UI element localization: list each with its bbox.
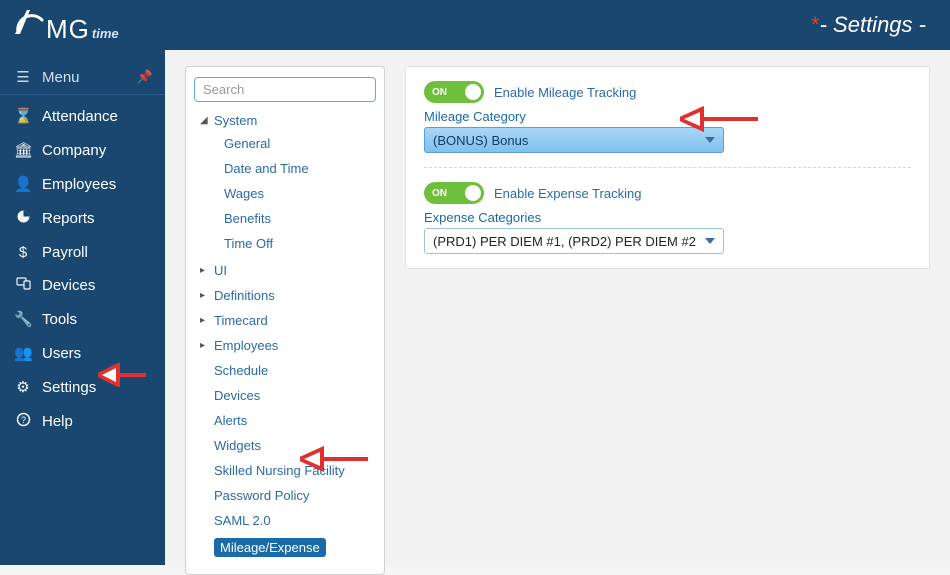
nav-item-label: Devices — [42, 277, 95, 294]
pin-icon[interactable]: 📌 — [137, 69, 153, 85]
nav-item-users[interactable]: 👥 Users — [0, 336, 165, 370]
nav-item-company[interactable]: 🏛 Company — [0, 133, 165, 167]
expense-categories-label: Expense Categories — [424, 210, 911, 225]
nav-item-label: Settings — [42, 379, 96, 396]
nav-item-label: Employees — [42, 176, 116, 193]
expense-categories-value: (PRD1) PER DIEM #1, (PRD2) PER DIEM #2 — [433, 234, 696, 249]
nav-item-attendance[interactable]: ⌛ Attendance — [0, 99, 165, 133]
nav-item-settings[interactable]: ⚙ Settings — [0, 370, 165, 404]
pie-icon — [14, 209, 32, 228]
gear-icon: ⚙ — [14, 378, 32, 396]
nav-menu-label: Menu — [42, 69, 80, 86]
nav-item-label: Attendance — [42, 108, 118, 125]
app-logo: MG time — [12, 6, 119, 45]
tree-leaf-general[interactable]: General — [208, 133, 376, 154]
tree-search-input[interactable] — [194, 77, 376, 102]
mileage-toggle-label: Enable Mileage Tracking — [494, 85, 636, 100]
logo-subtext: time — [92, 26, 119, 41]
expense-toggle[interactable]: ON — [424, 182, 484, 204]
settings-tree: ◢ System General Date and Time Wages Ben… — [194, 108, 376, 562]
chevron-down-icon — [705, 238, 715, 244]
caret-down-icon: ◢ — [200, 115, 210, 126]
nav-item-tools[interactable]: 🔧 Tools — [0, 302, 165, 336]
caret-right-icon: ▸ — [200, 340, 210, 351]
mileage-toggle-row: ON Enable Mileage Tracking — [424, 81, 911, 103]
tree-leaf-alerts[interactable]: Alerts — [198, 410, 376, 431]
tree-node-label: System — [214, 113, 257, 128]
tree-node-definitions[interactable]: ▸Definitions — [198, 285, 376, 306]
tree-leaf-date-time[interactable]: Date and Time — [208, 158, 376, 179]
tree-leaf-mileage-expense[interactable]: Mileage/Expense — [198, 535, 376, 560]
nav-item-help[interactable]: ? Help — [0, 404, 165, 439]
app-header: MG time *- Settings - — [0, 0, 950, 50]
nav-item-reports[interactable]: Reports — [0, 201, 165, 236]
svg-text:?: ? — [20, 415, 25, 425]
tree-leaf-benefits[interactable]: Benefits — [208, 208, 376, 229]
nav-item-devices[interactable]: Devices — [0, 269, 165, 302]
settings-tree-panel: ◢ System General Date and Time Wages Ben… — [185, 66, 385, 575]
settings-main-panel: ON Enable Mileage Tracking Mileage Categ… — [405, 66, 930, 269]
tree-leaf-password-policy[interactable]: Password Policy — [198, 485, 376, 506]
user-icon: 👤 — [14, 175, 32, 193]
content-area: ◢ System General Date and Time Wages Ben… — [165, 50, 950, 565]
nav-item-label: Reports — [42, 210, 95, 227]
nav-item-label: Users — [42, 345, 81, 362]
nav-menu-toggle[interactable]: ☰ Menu 📌 — [0, 60, 165, 95]
nav-item-label: Help — [42, 413, 73, 430]
tree-node-timecard[interactable]: ▸Timecard — [198, 310, 376, 331]
toggle-on-label: ON — [432, 188, 447, 199]
nav-item-label: Payroll — [42, 244, 88, 261]
logo-mark-icon — [12, 6, 46, 38]
caret-right-icon: ▸ — [200, 265, 210, 276]
devices-icon — [14, 277, 32, 294]
expense-toggle-row: ON Enable Expense Tracking — [424, 182, 911, 204]
tree-leaf-schedule[interactable]: Schedule — [198, 360, 376, 381]
page-title: *- Settings - — [811, 12, 926, 38]
caret-right-icon: ▸ — [200, 290, 210, 301]
dollar-icon: $ — [14, 244, 32, 261]
expense-categories-dropdown[interactable]: (PRD1) PER DIEM #1, (PRD2) PER DIEM #2 — [424, 228, 724, 254]
nav-item-label: Tools — [42, 311, 77, 328]
mileage-category-dropdown[interactable]: (BONUS) Bonus — [424, 127, 724, 153]
bank-icon: 🏛 — [14, 141, 32, 159]
nav-item-label: Company — [42, 142, 106, 159]
tree-node-ui[interactable]: ▸UI — [198, 260, 376, 281]
nav-item-employees[interactable]: 👤 Employees — [0, 167, 165, 201]
tree-leaf-wages[interactable]: Wages — [208, 183, 376, 204]
main-nav: ☰ Menu 📌 ⌛ Attendance 🏛 Company 👤 Employ… — [0, 50, 165, 565]
toggle-knob-icon — [465, 185, 481, 201]
tree-leaf-widgets[interactable]: Widgets — [198, 435, 376, 456]
tree-leaf-time-off[interactable]: Time Off — [208, 233, 376, 254]
expense-toggle-label: Enable Expense Tracking — [494, 186, 641, 201]
logo-text: MG — [46, 14, 90, 45]
hourglass-icon: ⌛ — [14, 107, 32, 125]
users-icon: 👥 — [14, 344, 32, 362]
mileage-toggle[interactable]: ON — [424, 81, 484, 103]
wrench-icon: 🔧 — [14, 310, 32, 328]
tree-node-system[interactable]: ◢ System — [198, 110, 376, 131]
tree-leaf-devices[interactable]: Devices — [198, 385, 376, 406]
mileage-category-label: Mileage Category — [424, 109, 911, 124]
chevron-down-icon — [705, 137, 715, 143]
question-icon: ? — [14, 412, 32, 431]
toggle-knob-icon — [465, 84, 481, 100]
toggle-on-label: ON — [432, 87, 447, 98]
tree-node-employees[interactable]: ▸Employees — [198, 335, 376, 356]
tree-leaf-snf[interactable]: Skilled Nursing Facility — [198, 460, 376, 481]
hamburger-icon: ☰ — [14, 68, 32, 86]
mileage-category-value: (BONUS) Bonus — [433, 133, 528, 148]
section-divider — [424, 167, 911, 168]
tree-leaf-saml[interactable]: SAML 2.0 — [198, 510, 376, 531]
caret-right-icon: ▸ — [200, 315, 210, 326]
nav-item-payroll[interactable]: $ Payroll — [0, 236, 165, 269]
